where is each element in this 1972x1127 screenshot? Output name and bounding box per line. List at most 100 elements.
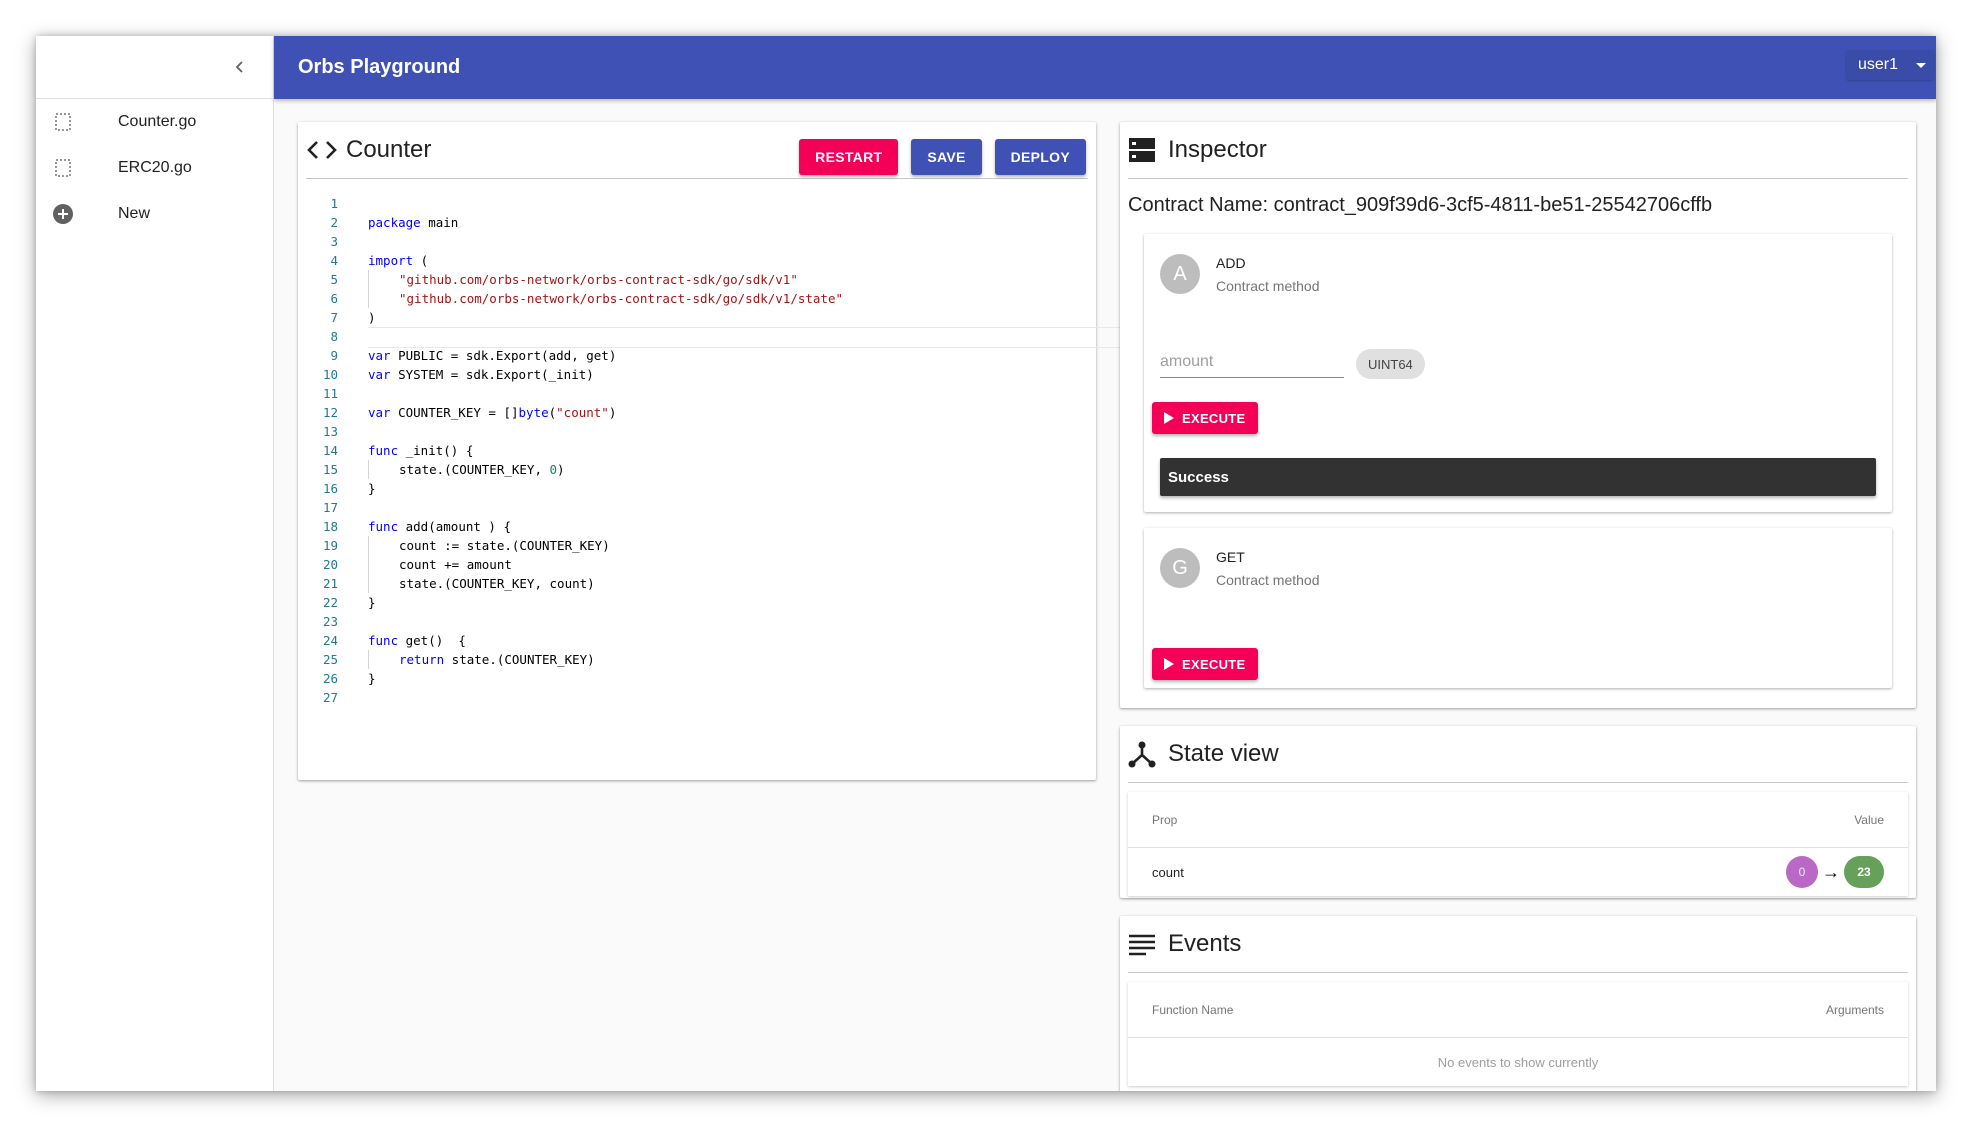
app-window: Counter.go ERC20.go New Orbs Playground …: [36, 36, 1936, 1091]
sidebar-item-erc20[interactable]: ERC20.go: [36, 145, 273, 191]
execute-get-button[interactable]: EXECUTE: [1152, 648, 1258, 680]
code-line: 6 "github.com/orbs-network/orbs-contract-…: [306, 289, 1096, 308]
line-code: var SYSTEM = sdk.Export(_init): [368, 367, 594, 382]
table-header: Prop Value: [1128, 792, 1908, 848]
line-code: var COUNTER_KEY = []byte("count"): [368, 405, 617, 420]
code-line: 22}: [306, 593, 1096, 612]
sidebar-item-label: New: [118, 205, 151, 222]
code-line: 26}: [306, 669, 1096, 688]
file-outline-icon: [50, 155, 76, 181]
method-name: GET: [1216, 549, 1245, 565]
prop-cell: count: [1152, 864, 1184, 880]
code-line: 7): [306, 308, 1096, 327]
line-code: return state.(COUNTER_KEY): [368, 650, 595, 669]
code-line: 13: [306, 422, 1096, 441]
code-editor[interactable]: 1 2 package main 3 4 import (5 "github.com/orb…: [306, 194, 1126, 750]
code-line: 19 count := state.(COUNTER_KEY): [306, 536, 1096, 555]
code-line: 12 var COUNTER_KEY = []byte("count"): [306, 403, 1096, 422]
line-number: 13: [322, 424, 338, 439]
sidebar-item-counter[interactable]: Counter.go: [36, 99, 273, 145]
code-line: 21 state.(COUNTER_KEY, count): [306, 574, 1096, 593]
execute-add-button[interactable]: EXECUTE: [1152, 402, 1258, 434]
app-title: Orbs Playground: [298, 56, 461, 78]
execute-label: EXECUTE: [1182, 656, 1246, 672]
avatar: G: [1160, 548, 1200, 588]
line-number: 3: [330, 234, 338, 249]
line-code: }: [368, 481, 376, 496]
state-table: Prop Value count 0 → 23: [1128, 792, 1908, 896]
line-number: 23: [322, 614, 338, 629]
line-number: 21: [322, 576, 338, 591]
method-card-get: G GET Contract method EXECUTE: [1144, 528, 1892, 688]
new-value-chip: 23: [1844, 856, 1884, 888]
line-number: 19: [322, 538, 338, 553]
line-number: 22: [322, 595, 338, 610]
line-number: 10: [322, 367, 338, 382]
code-line: 14 func _init() {: [306, 441, 1096, 460]
line-number: 6: [330, 291, 338, 306]
sidebar-item-new[interactable]: New: [36, 191, 273, 237]
line-code: import (: [368, 253, 429, 268]
line-code: count := state.(COUNTER_KEY): [368, 536, 610, 555]
deploy-button[interactable]: DEPLOY: [994, 139, 1086, 175]
state-view-panel: State view Prop Value count 0 → 23: [1120, 726, 1916, 898]
inspector-title: Inspector: [1168, 136, 1267, 163]
events-title: Events: [1168, 930, 1242, 957]
app-bar: Orbs Playground user1: [274, 36, 1936, 99]
line-number: 15: [322, 462, 338, 477]
line-code: state.(COUNTER_KEY, 0): [368, 460, 565, 479]
result-snackbar: Success: [1160, 458, 1876, 496]
inspector-header: Inspector: [1128, 122, 1908, 179]
graph-icon: [1128, 741, 1156, 768]
code-line: 15 state.(COUNTER_KEY, 0): [306, 460, 1096, 479]
line-number: 5: [330, 272, 338, 287]
code-line: 3: [306, 232, 1096, 251]
amount-input[interactable]: [1160, 346, 1344, 378]
code-icon: [307, 141, 337, 159]
sidebar: Counter.go ERC20.go New: [36, 36, 274, 1091]
line-number: 25: [322, 652, 338, 667]
old-value-chip: 0: [1786, 856, 1818, 888]
column-function-name: Function Name: [1152, 1002, 1234, 1017]
add-circle-icon: [50, 201, 76, 227]
user-select[interactable]: user1: [1846, 50, 1934, 80]
method-card-add: A ADD Contract method UINT64 EXECUTE Suc…: [1144, 234, 1892, 512]
line-code: state.(COUNTER_KEY, count): [368, 574, 595, 593]
line-code: "github.com/orbs-network/orbs-contract-s…: [368, 289, 843, 308]
line-code: var PUBLIC = sdk.Export(add, get): [368, 348, 617, 363]
line-code: func add(amount ) {: [368, 519, 511, 534]
code-line: 20 count += amount: [306, 555, 1096, 574]
method-subtitle: Contract method: [1216, 278, 1320, 294]
editor-title: Counter: [346, 136, 432, 163]
value-cell: 0 → 23: [1786, 856, 1884, 888]
line-code: }: [368, 595, 376, 610]
code-line: 25 return state.(COUNTER_KEY): [306, 650, 1096, 669]
column-prop: Prop: [1152, 812, 1178, 827]
list-icon: [1129, 934, 1155, 956]
line-number: 4: [330, 253, 338, 268]
state-view-title: State view: [1168, 740, 1279, 767]
server-icon: [1129, 138, 1155, 162]
column-value: Value: [1854, 812, 1884, 827]
line-number: 11: [322, 386, 338, 401]
line-number: 17: [322, 500, 338, 515]
collapse-sidebar-button[interactable]: [227, 54, 253, 80]
state-view-header: State view: [1128, 726, 1908, 783]
method-subtitle: Contract method: [1216, 572, 1320, 588]
file-outline-icon: [50, 109, 76, 135]
play-icon: [1164, 658, 1174, 670]
code-line: 1: [306, 194, 1096, 213]
restart-button[interactable]: RESTART: [799, 139, 899, 175]
type-chip: UINT64: [1356, 349, 1425, 379]
events-table: Function Name Arguments No events to sho…: [1128, 982, 1908, 1086]
code-line: 23: [306, 612, 1096, 631]
arrow-right-icon: →: [1822, 861, 1840, 882]
empty-events-message: No events to show currently: [1437, 1054, 1599, 1070]
line-number: 1: [330, 196, 338, 211]
line-number: 7: [330, 310, 338, 325]
line-number: 20: [322, 557, 338, 572]
code-line: 11: [306, 384, 1096, 403]
save-button[interactable]: SAVE: [911, 139, 982, 175]
table-header: Function Name Arguments: [1128, 982, 1908, 1038]
play-icon: [1164, 412, 1174, 424]
